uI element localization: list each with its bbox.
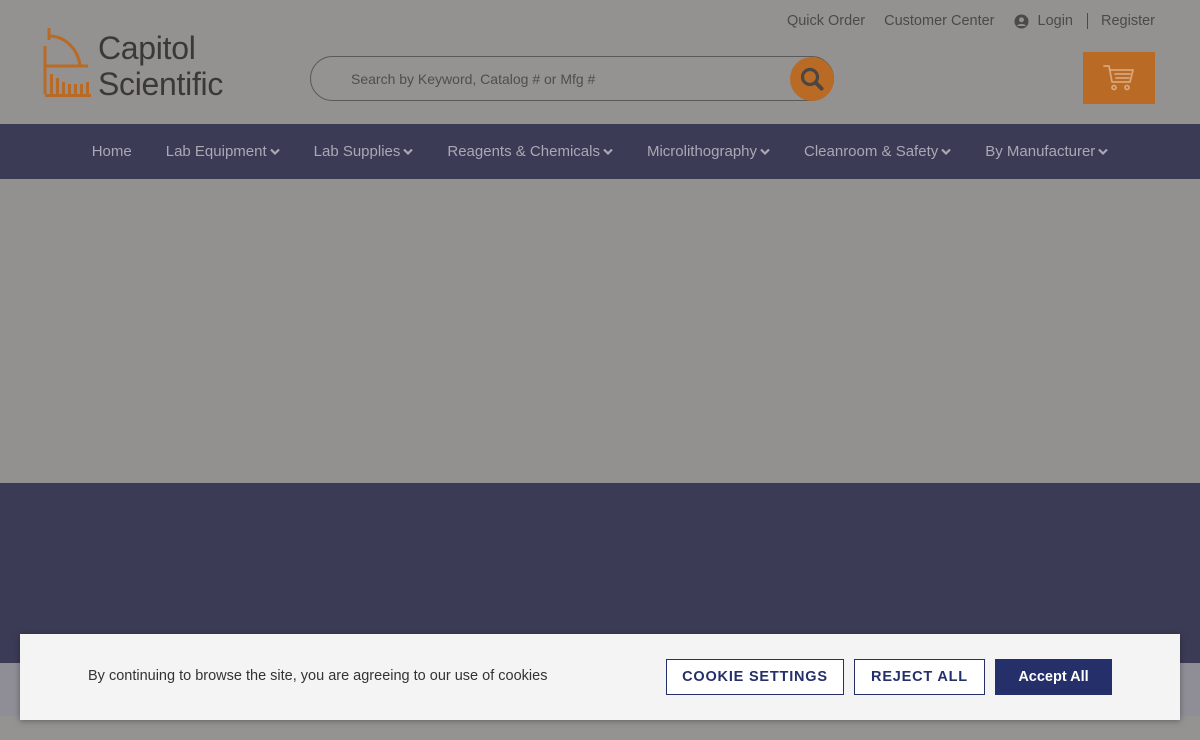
chevron-down-icon (403, 148, 414, 155)
nav-home[interactable]: Home (92, 143, 132, 160)
search-icon (800, 67, 824, 91)
capitol-scientific-logo[interactable]: Capitol Scientific (42, 26, 242, 102)
user-icon (1013, 13, 1029, 29)
quick-order-link[interactable]: Quick Order (787, 13, 865, 29)
chevron-down-icon (269, 148, 280, 155)
customer-center-link[interactable]: Customer Center (884, 13, 994, 29)
accept-all-button[interactable]: Accept All (995, 659, 1112, 695)
capitol-dome-icon (43, 28, 91, 97)
search-bar (310, 56, 834, 101)
nav-lab-supplies[interactable]: Lab Supplies (314, 143, 414, 160)
logo-line2: Scientific (98, 66, 224, 102)
nav-label: Home (91, 143, 132, 160)
chevron-down-icon (941, 148, 952, 155)
search-input[interactable] (351, 67, 781, 91)
cookie-message: By continuing to browse the site, you ar… (88, 668, 548, 684)
logo-line1: Capitol (98, 30, 196, 66)
site-header: Capitol Scientific Quick Order Customer … (0, 0, 1200, 124)
nav-cleanroom-safety[interactable]: Cleanroom & Safety (804, 143, 952, 160)
login-link[interactable]: Login (1038, 13, 1073, 29)
utility-nav: Quick Order Customer Center Login Regist… (787, 12, 1155, 30)
nav-by-manufacturer[interactable]: By Manufacturer (985, 143, 1109, 160)
nav-label: Reagents & Chemicals (447, 143, 600, 160)
nav-lab-equipment[interactable]: Lab Equipment (166, 143, 280, 160)
shopping-cart-icon (1103, 65, 1134, 91)
nav-divider (1087, 13, 1088, 29)
hero-area (0, 179, 1200, 483)
reject-all-button[interactable]: REJECT ALL (854, 659, 985, 695)
cookie-settings-button[interactable]: COOKIE SETTINGS (666, 659, 844, 695)
nav-microlithography[interactable]: Microlithography (647, 143, 770, 160)
register-link[interactable]: Register (1101, 13, 1155, 29)
main-navigation: Home Lab Equipment Lab Supplies Reagents… (0, 124, 1200, 179)
nav-label: By Manufacturer (985, 143, 1096, 160)
chevron-down-icon (603, 148, 613, 155)
nav-label: Lab Supplies (313, 143, 401, 160)
nav-label: Microlithography (646, 143, 757, 160)
nav-label: Cleanroom & Safety (804, 143, 939, 160)
nav-reagents-chemicals[interactable]: Reagents & Chemicals (447, 143, 613, 160)
cookie-banner: By continuing to browse the site, you ar… (20, 634, 1180, 720)
chevron-down-icon (1098, 148, 1109, 155)
search-button[interactable] (790, 57, 834, 101)
nav-label: Lab Equipment (165, 143, 267, 160)
logo-wordmark: Capitol Scientific (98, 30, 223, 102)
cart-button[interactable] (1083, 52, 1155, 104)
chevron-down-icon (760, 148, 770, 155)
